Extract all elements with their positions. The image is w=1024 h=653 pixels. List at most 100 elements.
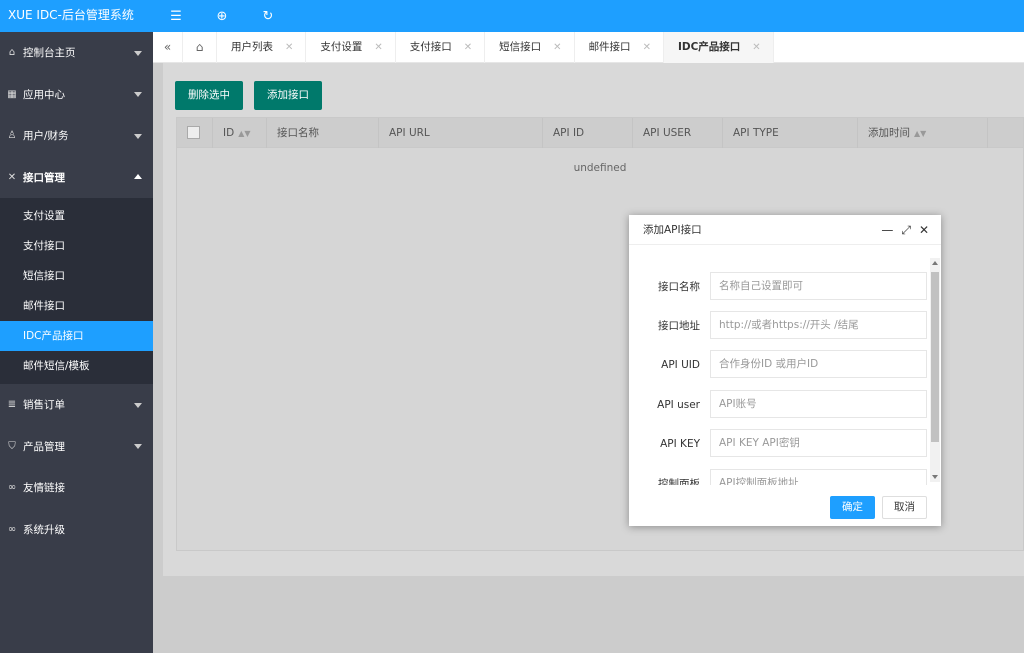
sidebar-item-upgrade[interactable]: ∞ 系统升级 xyxy=(0,509,153,551)
modal-scrollbar[interactable] xyxy=(930,258,940,482)
home-icon[interactable]: ⌂ xyxy=(183,31,217,63)
submenu-item-sms-api[interactable]: 短信接口 xyxy=(0,261,153,291)
app-title: XUE IDC-后台管理系统 xyxy=(0,0,153,32)
chevron-down-icon xyxy=(134,50,142,56)
api-user-input[interactable]: API账号 xyxy=(710,390,927,418)
control-panel-input[interactable]: API控制面板地址 xyxy=(710,469,927,485)
column-header-name: 接口名称 xyxy=(267,117,379,148)
select-all-checkbox[interactable] xyxy=(187,126,200,139)
sidebar-item-links[interactable]: ∞ 友情链接 xyxy=(0,467,153,509)
field-label: API KEY xyxy=(660,438,700,450)
tab-pay-settings[interactable]: 支付设置 ✕ xyxy=(306,31,396,63)
tab-pay-api[interactable]: 支付接口 ✕ xyxy=(396,31,486,63)
sidebar-item-label: 产品管理 xyxy=(23,440,65,453)
column-label: 添加时间 xyxy=(868,126,910,139)
close-icon[interactable]: ✕ xyxy=(374,42,382,53)
tab-user-list[interactable]: 用户列表 ✕ xyxy=(217,31,307,63)
tab-label: IDC产品接口 xyxy=(677,40,741,53)
chevron-down-icon xyxy=(134,402,142,408)
tab-idc-api[interactable]: IDC产品接口 ✕ xyxy=(663,31,774,63)
column-header-added-time[interactable]: 添加时间 ▲▼ xyxy=(858,117,988,149)
sidebar: XUE IDC-后台管理系统 ⌂ 控制台主页 ▦ 应用中心 ♙ 用户/财务 ✕ … xyxy=(0,0,153,653)
api-key-input[interactable]: API KEY API密钥 xyxy=(710,429,927,457)
minimize-icon[interactable]: — xyxy=(881,223,893,237)
tab-label: 邮件接口 xyxy=(588,40,631,53)
delete-selected-button[interactable]: 删除选中 xyxy=(175,81,243,110)
tools-icon: ✕ xyxy=(7,171,17,183)
sidebar-item-label: 控制台主页 xyxy=(23,47,76,60)
table-header: ID ▲▼ 接口名称 API URL API ID API USER API TY… xyxy=(177,117,1023,149)
modal-footer: 确定 取消 xyxy=(629,486,941,526)
column-header-api-user: API USER xyxy=(633,117,723,148)
sort-icon[interactable]: ▲▼ xyxy=(238,119,250,149)
sidebar-item-label: 应用中心 xyxy=(23,88,65,101)
sidebar-item-apps[interactable]: ▦ 应用中心 xyxy=(0,74,153,116)
api-url-input[interactable]: http://或者https://开头 /结尾 xyxy=(710,311,927,339)
sidebar-item-label: 友情链接 xyxy=(23,482,65,495)
sidebar-item-label: 接口管理 xyxy=(23,171,65,184)
tab-mail-api[interactable]: 邮件接口 ✕ xyxy=(575,31,664,63)
scroll-down-icon[interactable] xyxy=(932,475,938,479)
menu-toggle-icon[interactable]: ☰ xyxy=(153,9,199,24)
sidebar-item-dashboard[interactable]: ⌂ 控制台主页 xyxy=(0,32,153,74)
column-label: ID xyxy=(223,126,235,139)
link-icon: ∞ xyxy=(7,482,17,494)
empty-text: undefined xyxy=(573,162,627,174)
sidebar-item-label: 用户/财务 xyxy=(23,130,69,143)
field-label: 控制面板 xyxy=(658,478,700,485)
modal-tools: — ⤢ ✕ xyxy=(881,215,929,245)
select-all-cell xyxy=(177,117,213,148)
globe-icon[interactable]: ⊕ xyxy=(199,9,245,24)
submenu-item-pay-settings[interactable]: 支付设置 xyxy=(0,201,153,231)
close-icon[interactable]: ✕ xyxy=(553,42,561,53)
scrollbar-thumb[interactable] xyxy=(931,272,939,442)
sidebar-item-orders[interactable]: ≣ 销售订单 xyxy=(0,384,153,426)
sidebar-item-label: 系统升级 xyxy=(23,523,65,536)
tab-label: 支付接口 xyxy=(409,40,452,53)
tab-label: 短信接口 xyxy=(499,40,542,53)
add-api-modal: 添加API接口 — ⤢ ✕ 接口名称 名称自己设置即可 接口地址 http://… xyxy=(629,215,941,526)
sidebar-item-products[interactable]: ⛉ 产品管理 xyxy=(0,426,153,468)
chevron-down-icon xyxy=(134,92,142,98)
field-label: API UID xyxy=(661,359,700,371)
form-row-user: API user API账号 xyxy=(629,390,929,420)
tab-sms-api[interactable]: 短信接口 ✕ xyxy=(485,31,575,63)
cancel-button[interactable]: 取消 xyxy=(882,496,927,519)
top-header: ☰ ⊕ ↻ xyxy=(153,0,1024,32)
submenu-item-templates[interactable]: 邮件短信/模板 xyxy=(0,351,153,381)
close-icon[interactable]: ✕ xyxy=(643,42,651,53)
submenu-item-pay-api[interactable]: 支付接口 xyxy=(0,231,153,261)
sidebar-item-users[interactable]: ♙ 用户/财务 xyxy=(0,115,153,157)
maximize-icon[interactable]: ⤢ xyxy=(901,223,911,238)
close-icon[interactable]: ✕ xyxy=(464,42,472,53)
api-uid-input[interactable]: 合作身份ID 或用户ID xyxy=(710,350,927,378)
column-header-api-url: API URL xyxy=(379,117,543,148)
chevron-down-icon xyxy=(134,133,142,139)
api-name-input[interactable]: 名称自己设置即可 xyxy=(710,272,927,300)
submenu: 支付设置 支付接口 短信接口 邮件接口 IDC产品接口 邮件短信/模板 xyxy=(0,198,153,384)
submenu-item-mail-api[interactable]: 邮件接口 xyxy=(0,291,153,321)
form-row-panel: 控制面板 API控制面板地址 xyxy=(629,469,929,485)
confirm-button[interactable]: 确定 xyxy=(830,496,875,519)
tab-bar: « ⌂ 用户列表 ✕ 支付设置 ✕ 支付接口 ✕ 短信接口 ✕ 邮件接口 ✕ IDC产品接… xyxy=(153,31,1024,63)
chevron-down-icon xyxy=(134,444,142,450)
submenu-item-idc-api[interactable]: IDC产品接口 xyxy=(0,321,153,351)
close-icon[interactable]: ✕ xyxy=(285,42,293,53)
list-icon: ≣ xyxy=(7,399,17,411)
tab-label: 用户列表 xyxy=(231,40,273,53)
tabs-scroll-left-icon[interactable]: « xyxy=(153,31,183,63)
add-api-button[interactable]: 添加接口 xyxy=(254,81,322,110)
sort-icon[interactable]: ▲▼ xyxy=(914,119,926,149)
tab-label: 支付设置 xyxy=(320,40,363,53)
close-icon[interactable]: ✕ xyxy=(752,42,760,53)
user-icon: ♙ xyxy=(7,130,17,142)
chevron-up-icon xyxy=(134,174,142,180)
close-icon[interactable]: ✕ xyxy=(919,223,929,237)
shield-icon: ⛉ xyxy=(8,440,16,452)
scroll-up-icon[interactable] xyxy=(932,261,938,265)
column-header-id[interactable]: ID ▲▼ xyxy=(213,117,267,149)
home-icon: ⌂ xyxy=(8,47,16,59)
refresh-icon[interactable]: ↻ xyxy=(245,9,291,24)
sidebar-item-api[interactable]: ✕ 接口管理 xyxy=(0,157,153,199)
column-header-api-type: API TYPE xyxy=(723,117,858,148)
